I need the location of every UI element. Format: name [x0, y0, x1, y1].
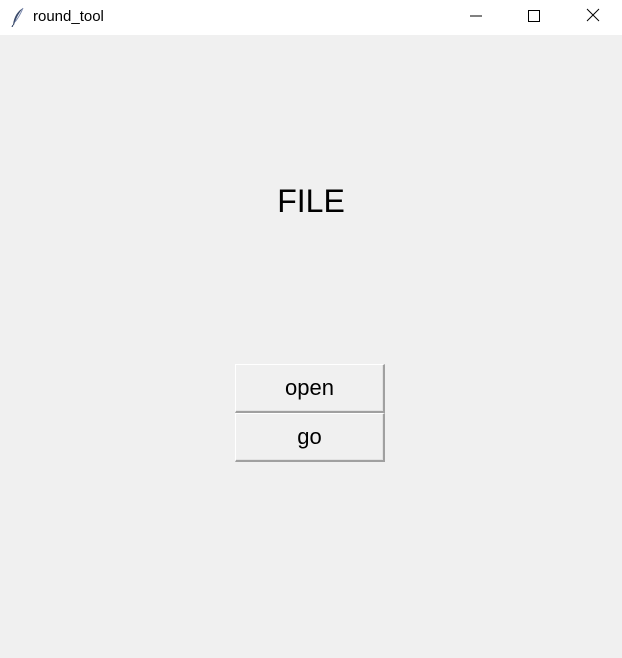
close-button[interactable]	[570, 0, 616, 35]
file-heading: FILE	[277, 183, 345, 219]
feather-icon	[11, 7, 25, 28]
go-button[interactable]: go	[235, 413, 385, 462]
window-title: round_tool	[33, 8, 104, 25]
minimize-button[interactable]	[453, 0, 499, 35]
client-area: FILE open go	[0, 35, 622, 658]
open-button[interactable]: open	[235, 364, 385, 413]
title-bar[interactable]: round_tool	[0, 0, 622, 35]
maximize-icon	[528, 9, 540, 27]
app-window: round_tool FILE open go	[0, 0, 622, 658]
minimize-icon	[470, 9, 482, 27]
close-icon	[586, 8, 600, 27]
maximize-button[interactable]	[511, 0, 557, 35]
